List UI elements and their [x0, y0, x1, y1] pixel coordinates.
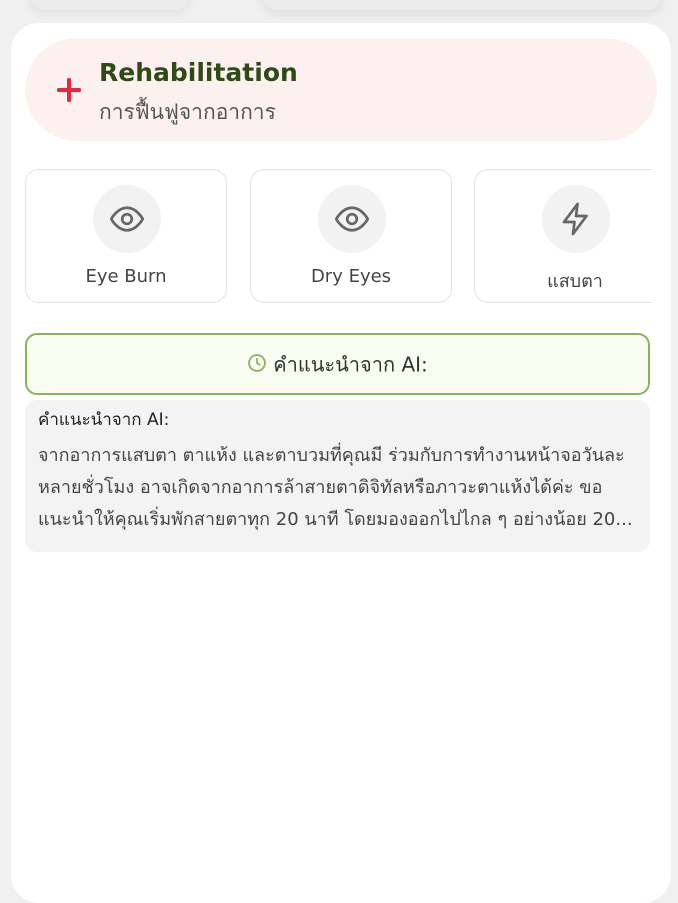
ai-advice-button[interactable]: คำแนะนำจาก AI: [25, 333, 650, 395]
background-card-right [262, 0, 662, 10]
background-card-left [30, 0, 190, 10]
symptom-label: แสบตา [547, 271, 603, 292]
symptom-card-dry-eyes[interactable]: Dry Eyes [250, 169, 452, 303]
eye-icon [109, 206, 145, 232]
plus-icon [57, 78, 81, 102]
symptom-card-eye-sting[interactable]: แสบตา [474, 169, 651, 303]
symptom-list[interactable]: Eye Burn Dry Eyes แสบตา [25, 169, 651, 307]
symptom-icon-circle [542, 185, 610, 253]
ai-advice-text: จากอาการแสบตา ตาแห้ง และตาบวมที่คุณมี ร่… [38, 445, 633, 530]
header-title: Rehabilitation [99, 58, 298, 87]
symptom-card-eye-burn[interactable]: Eye Burn [25, 169, 227, 303]
ai-advice-button-label: คำแนะนำจาก AI: [273, 352, 428, 377]
symptom-icon-circle [93, 185, 161, 253]
clock-icon [248, 353, 267, 372]
rehabilitation-card: Rehabilitation การฟื้นฟูจากอาการ Eye Bur… [11, 23, 671, 903]
rehabilitation-header: Rehabilitation การฟื้นฟูจากอาการ [25, 38, 657, 141]
eye-icon [334, 206, 370, 232]
header-subtitle: การฟื้นฟูจากอาการ [99, 100, 276, 124]
lightning-icon [562, 202, 588, 236]
ai-advice-title: คำแนะนำจาก AI: [38, 410, 170, 430]
symptom-icon-circle [318, 185, 386, 253]
symptom-label: Eye Burn [85, 266, 167, 287]
symptom-label: Dry Eyes [310, 266, 392, 287]
ai-advice-panel: คำแนะนำจาก AI: จากอาการแสบตา ตาแห้ง และต… [25, 400, 650, 552]
